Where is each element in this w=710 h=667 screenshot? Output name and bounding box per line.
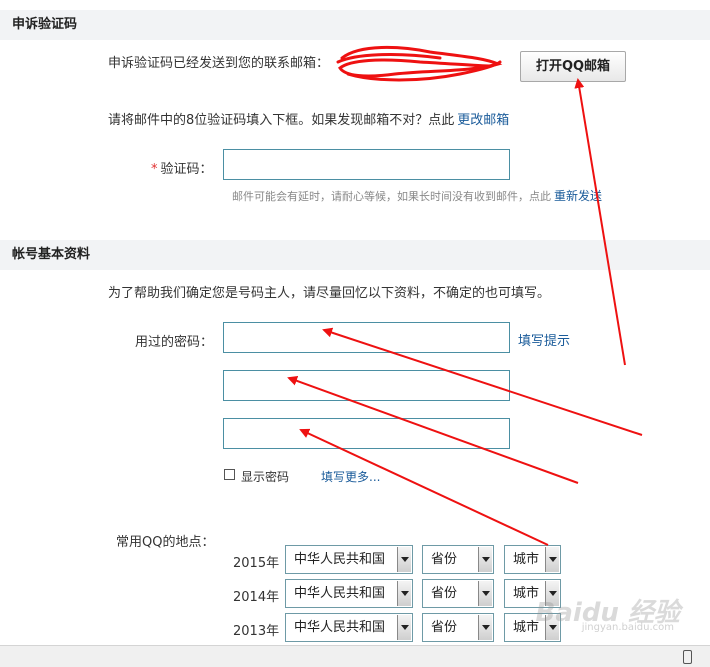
country-select-value: 中华人民共和国 (294, 620, 386, 635)
country-select-value: 中华人民共和国 (294, 586, 386, 601)
phone-icon[interactable] (683, 650, 692, 664)
province-select-2015[interactable]: 省份 (422, 545, 494, 574)
fill-more-link[interactable]: 填写更多... (321, 468, 380, 485)
country-select-value: 中华人民共和国 (294, 552, 386, 567)
code-instruction-label: 请将邮件中的8位验证码填入下框。如果发现邮箱不对？点此 (108, 113, 455, 128)
open-qq-mailbox-button[interactable]: 打开QQ邮箱 (520, 51, 626, 82)
section-header-appeal-code: 申诉验证码 (0, 10, 710, 40)
delay-note-text: 邮件可能会有延时，请耐心等候，如果长时间没有收到邮件，点此 (232, 190, 551, 203)
required-mark: * (151, 162, 158, 177)
city-select-value: 城市 (513, 552, 540, 567)
province-select-value: 省份 (431, 586, 458, 601)
country-select-2013[interactable]: 中华人民共和国 (285, 613, 413, 642)
province-select-2014[interactable]: 省份 (422, 579, 494, 608)
province-select-value: 省份 (431, 620, 458, 635)
account-intro-text: 为了帮助我们确定您是号码主人，请尽量回忆以下资料，不确定的也可填写。 (108, 286, 551, 301)
red-scribble-redaction (336, 45, 503, 82)
dropdown-arrow-icon[interactable] (397, 615, 411, 640)
delay-note: 邮件可能会有延时，请耐心等候，如果长时间没有收到邮件，点此 重新发送 (232, 187, 602, 204)
province-select-2013[interactable]: 省份 (422, 613, 494, 642)
dropdown-arrow-icon[interactable] (478, 547, 492, 572)
verification-code-label-text: 验证码： (160, 162, 213, 177)
country-select-2014[interactable]: 中华人民共和国 (285, 579, 413, 608)
used-password-input-1[interactable] (223, 322, 510, 353)
baidu-watermark-url: jingyan.baidu.com (581, 622, 674, 633)
city-select-2015[interactable]: 城市 (504, 545, 561, 574)
location-year-2014: 2014年 (233, 590, 280, 605)
change-email-link[interactable]: 更改邮箱 (457, 113, 509, 128)
section-header-account-info: 帐号基本资料 (0, 240, 710, 270)
dropdown-arrow-icon[interactable] (397, 547, 411, 572)
verification-code-input[interactable] (223, 149, 510, 180)
location-year-2013: 2013年 (233, 624, 280, 639)
location-year-2015: 2015年 (233, 556, 280, 571)
province-select-value: 省份 (431, 552, 458, 567)
common-location-label: 常用QQ的地点： (116, 535, 215, 550)
used-password-input-2[interactable] (223, 370, 510, 401)
country-select-2015[interactable]: 中华人民共和国 (285, 545, 413, 574)
show-password-checkbox[interactable] (224, 469, 235, 480)
dropdown-arrow-icon[interactable] (478, 581, 492, 606)
verification-code-label: * 验证码： (151, 158, 213, 177)
bottom-status-bar (0, 645, 710, 667)
dropdown-arrow-icon[interactable] (545, 547, 559, 572)
dropdown-arrow-icon[interactable] (397, 581, 411, 606)
dropdown-arrow-icon[interactable] (478, 615, 492, 640)
used-password-label: 用过的密码： (135, 335, 214, 350)
show-password-label: 显示密码 (241, 470, 290, 484)
used-password-input-3[interactable] (223, 418, 510, 449)
resend-link[interactable]: 重新发送 (554, 189, 602, 203)
code-sent-message: 申诉验证码已经发送到您的联系邮箱： (108, 56, 330, 71)
fill-hint-link[interactable]: 填写提示 (518, 330, 570, 349)
code-instruction-text: 请将邮件中的8位验证码填入下框。如果发现邮箱不对？点此 更改邮箱 (108, 109, 509, 128)
